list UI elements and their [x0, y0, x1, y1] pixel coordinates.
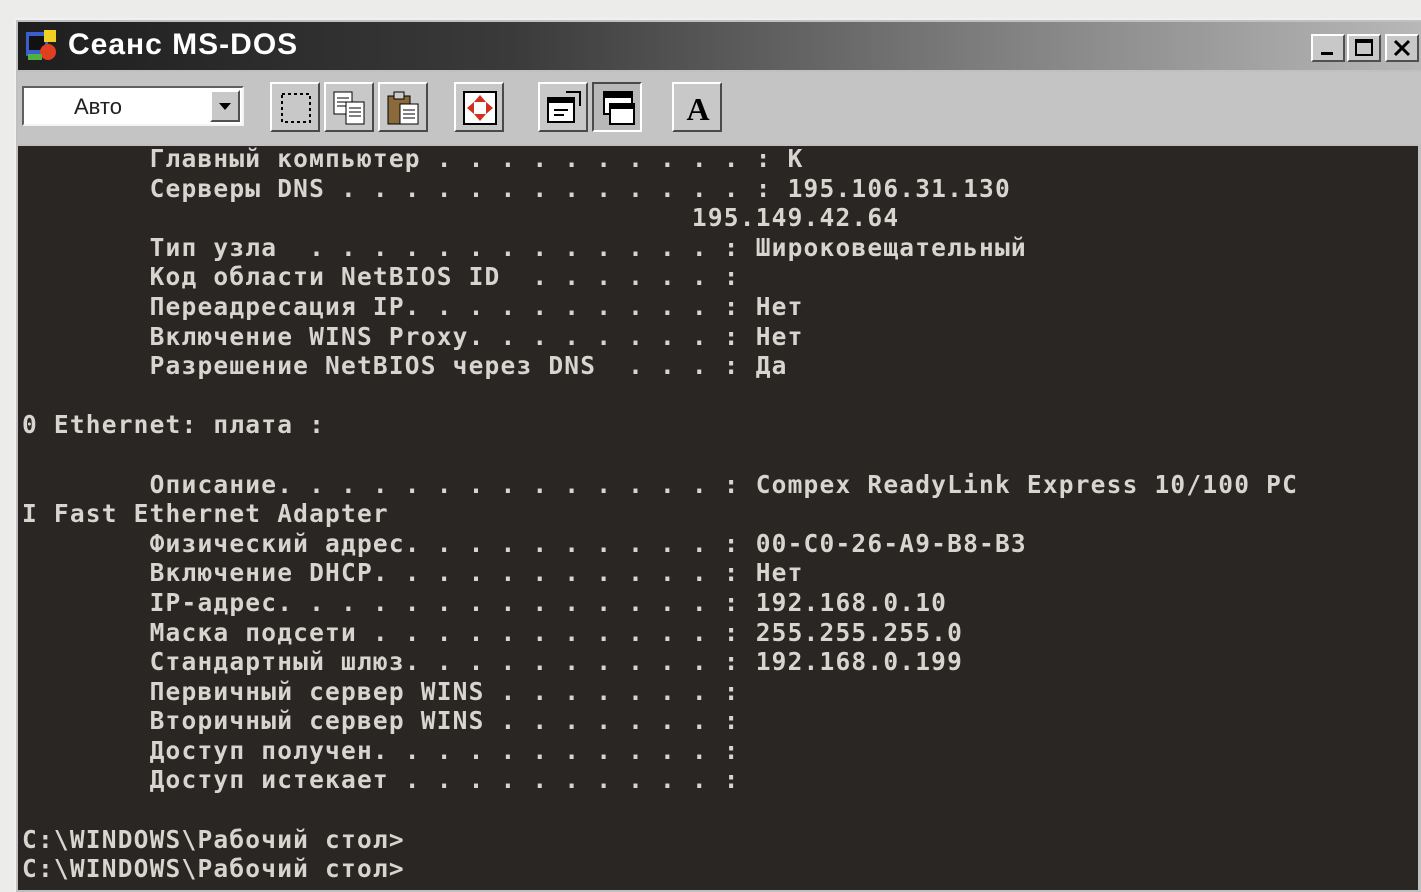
properties-icon: [547, 91, 581, 123]
paste-button[interactable]: [378, 82, 428, 132]
maximize-icon: [1355, 39, 1373, 56]
window-title: Сеанс MS-DOS: [68, 28, 299, 61]
font-size-select[interactable]: Авто: [22, 86, 244, 126]
ms-dos-window: Сеанс MS-DOS Авто A Главный компьютер . …: [14, 18, 1421, 892]
toolbar: Авто A: [18, 72, 1421, 144]
maximize-button[interactable]: [1347, 34, 1381, 62]
close-icon: [1393, 39, 1411, 57]
console-output[interactable]: Главный компьютер . . . . . . . . . . : …: [18, 146, 1418, 890]
fullscreen-icon: [463, 91, 497, 125]
close-button[interactable]: [1385, 34, 1419, 62]
minimize-icon: [1321, 52, 1333, 55]
copy-icon: [333, 91, 365, 125]
minimize-button[interactable]: [1311, 34, 1345, 62]
mark-icon: [281, 93, 311, 123]
dropdown-button[interactable]: [210, 90, 240, 122]
background-button[interactable]: [592, 82, 642, 132]
font-size-value: Авто: [74, 94, 122, 119]
paste-icon: [387, 91, 419, 125]
font-button[interactable]: A: [672, 82, 722, 132]
copy-button[interactable]: [324, 82, 374, 132]
background-icon: [603, 91, 635, 125]
mark-button[interactable]: [270, 82, 320, 132]
fullscreen-button[interactable]: [454, 82, 504, 132]
ms-dos-app-icon[interactable]: [24, 28, 60, 64]
title-bar[interactable]: Сеанс MS-DOS: [18, 22, 1421, 70]
chevron-down-icon: [219, 103, 231, 110]
svg-text:A: A: [686, 91, 709, 127]
console-text: Главный компьютер . . . . . . . . . . : …: [22, 146, 1299, 884]
properties-button[interactable]: [538, 82, 588, 132]
font-icon: A: [686, 91, 709, 127]
